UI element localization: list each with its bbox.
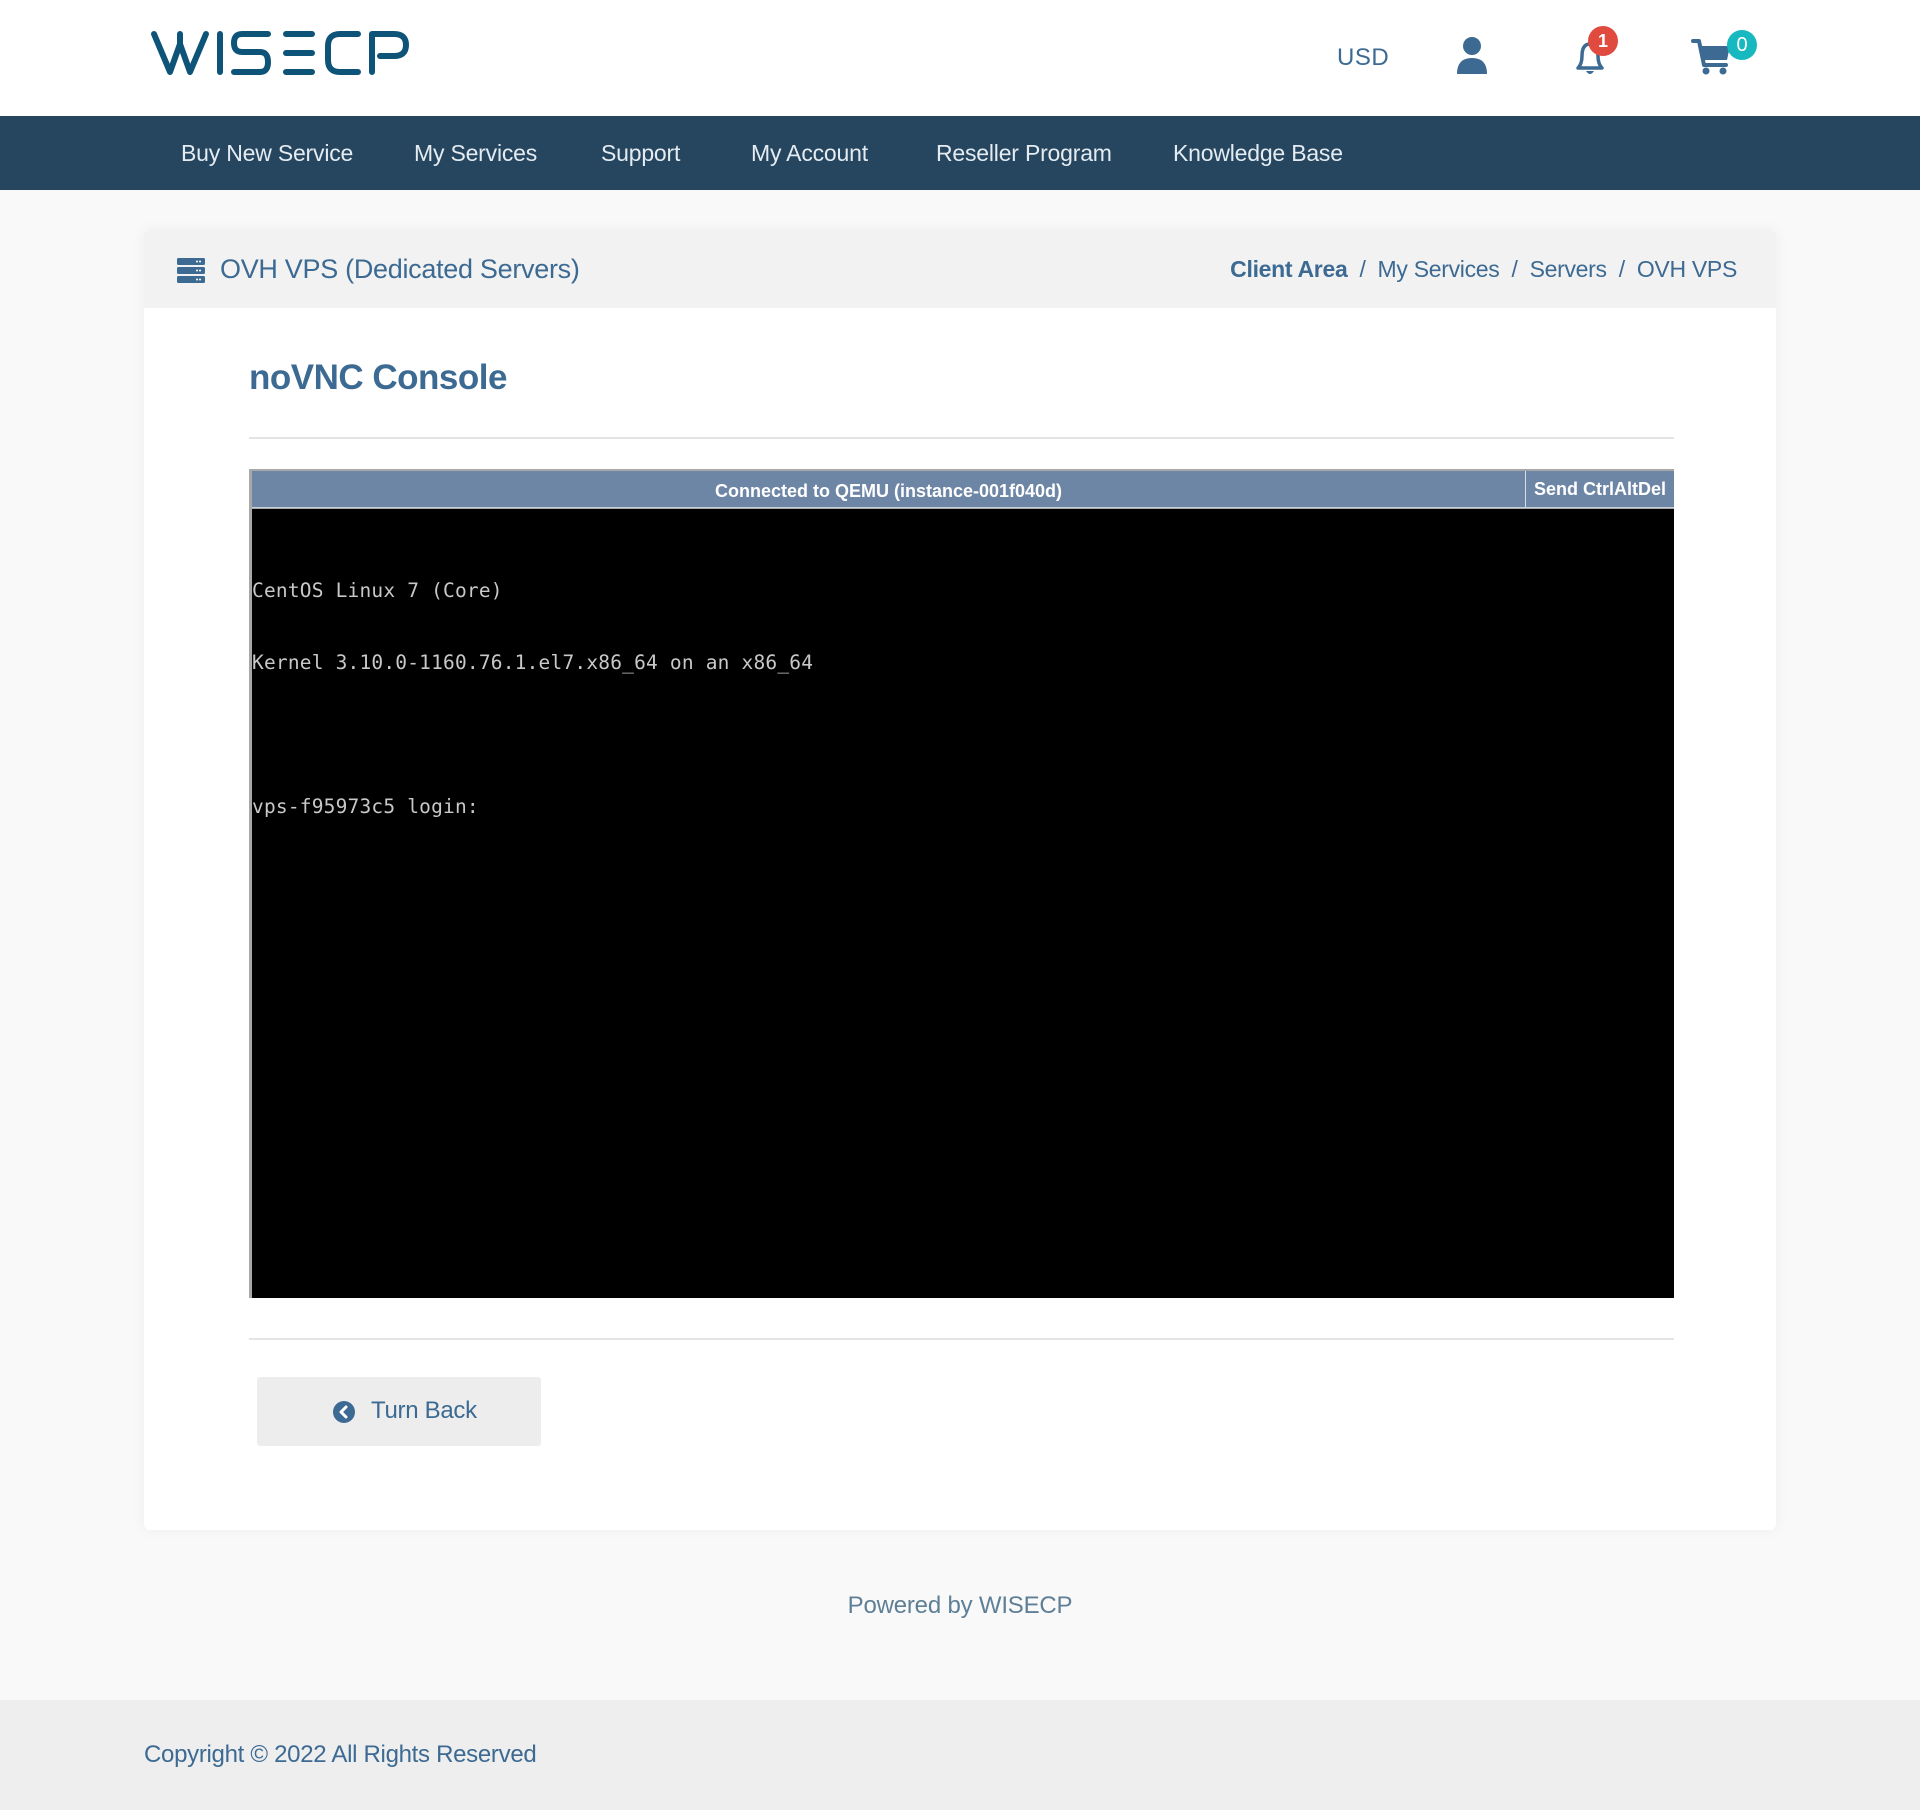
nav-support[interactable]: Support <box>601 116 680 190</box>
chevron-circle-left-icon <box>333 1401 355 1423</box>
nav-my-account[interactable]: My Account <box>751 116 868 190</box>
card-header: OVH VPS (Dedicated Servers) Client Area /… <box>144 230 1776 308</box>
nav-my-services[interactable]: My Services <box>414 116 537 190</box>
terminal-line: ​ <box>252 723 813 747</box>
terminal-line: Kernel 3.10.0-1160.76.1.el7.x86_64 on an… <box>252 651 814 674</box>
divider <box>249 1338 1674 1340</box>
page-title: OVH VPS (Dedicated Servers) <box>220 254 580 284</box>
main-navbar: Buy New Service My Services Support My A… <box>0 116 1920 190</box>
breadcrumb: Client Area / My Services / Servers / OVH VPS <box>1230 256 1737 283</box>
breadcrumb-client-area[interactable]: Client Area <box>1230 256 1348 282</box>
send-ctrl-alt-del-button[interactable]: Send CtrlAltDel <box>1525 471 1674 507</box>
breadcrumb-ovh-vps[interactable]: OVH VPS <box>1637 256 1737 282</box>
copyright-text: Copyright © 2022 All Rights Reserved <box>144 1741 537 1768</box>
breadcrumb-separator: / <box>1511 256 1518 282</box>
turn-back-button[interactable]: Turn Back <box>257 1377 541 1446</box>
vnc-screen[interactable]: CentOS Linux 7 (Core) Kernel 3.10.0-1160… <box>252 509 1674 1298</box>
nav-buy-new-service[interactable]: Buy New Service <box>181 116 353 190</box>
user-icon[interactable] <box>1450 32 1494 78</box>
terminal-line: CentOS Linux 7 (Core) <box>252 579 503 602</box>
turn-back-label: Turn Back <box>371 1397 477 1424</box>
nav-knowledge-base[interactable]: Knowledge Base <box>1173 116 1343 190</box>
breadcrumb-servers[interactable]: Servers <box>1530 256 1607 282</box>
breadcrumb-my-services[interactable]: My Services <box>1378 256 1500 282</box>
console-status-text: Connected to QEMU (instance-001f040d) <box>714 481 1063 501</box>
notification-count-badge: 1 <box>1588 26 1618 56</box>
page-footer: Copyright © 2022 All Rights Reserved <box>0 1700 1920 1810</box>
wisecp-logo[interactable] <box>150 30 410 76</box>
currency-selector[interactable]: USD <box>1337 44 1389 72</box>
content-card: OVH VPS (Dedicated Servers) Client Area /… <box>144 230 1776 1530</box>
powered-by: Powered by WISECP <box>847 1592 1073 1619</box>
cart-count-badge: 0 <box>1727 30 1757 60</box>
breadcrumb-separator: / <box>1359 256 1366 282</box>
divider <box>249 437 1674 439</box>
server-icon <box>177 258 205 283</box>
novnc-console: Connected to QEMU (instance-001f040d) Se… <box>249 469 1674 1298</box>
console-status-bar: Connected to QEMU (instance-001f040d) Se… <box>252 471 1674 508</box>
terminal-line: vps-f95973c5 login: <box>252 795 479 818</box>
terminal-output: CentOS Linux 7 (Core) Kernel 3.10.0-1160… <box>252 531 813 867</box>
breadcrumb-separator: / <box>1618 256 1625 282</box>
nav-reseller-program[interactable]: Reseller Program <box>936 116 1112 190</box>
section-title: noVNC Console <box>249 358 507 397</box>
top-header: USD 1 0 <box>0 0 1920 116</box>
